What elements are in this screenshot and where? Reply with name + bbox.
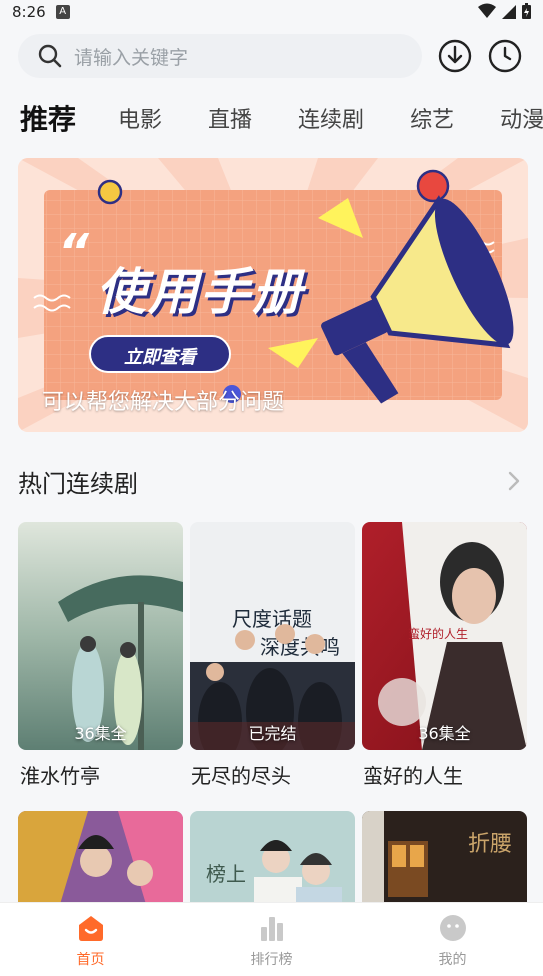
- episode-badge: 36集全: [418, 724, 471, 743]
- svg-text:榜上: 榜上: [206, 862, 246, 886]
- poster-image: 榜上: [190, 811, 355, 911]
- poster-image: 折腰: [362, 811, 527, 911]
- nav-profile-label: 我的: [438, 952, 467, 968]
- search-placeholder: 请输入关键字: [74, 46, 189, 69]
- svg-text:蛮好的人生: 蛮好的人生: [408, 626, 468, 641]
- drama-card[interactable]: 榜上: [190, 811, 355, 911]
- card-title[interactable]: 无尽的尽头: [191, 760, 291, 789]
- chart-icon: [260, 917, 283, 941]
- svg-text:折腰: 折腰: [468, 832, 512, 857]
- poster-image: [18, 522, 183, 750]
- history-icon[interactable]: [488, 39, 522, 73]
- tab-series[interactable]: 连续剧: [298, 102, 364, 134]
- top-bar: 请输入关键字: [18, 34, 525, 78]
- banner-headline: 使用手册: [96, 263, 304, 321]
- drama-card[interactable]: 36集全: [18, 522, 183, 750]
- episode-badge: 已完结: [248, 724, 297, 743]
- drama-card[interactable]: 折腰: [362, 811, 527, 911]
- home-icon: [78, 916, 103, 941]
- tab-live[interactable]: 直播: [208, 102, 252, 134]
- card-title[interactable]: 蛮好的人生: [363, 760, 463, 789]
- nav-home[interactable]: 首页: [0, 903, 181, 976]
- bottom-navigation: 首页 排行榜 我的: [0, 902, 543, 976]
- tab-anime[interactable]: 动漫: [500, 102, 543, 134]
- promo-banner[interactable]: “ 使用手册 立即查看 可以帮您解决大部分问题: [18, 158, 528, 432]
- svg-text:尺度话题: 尺度话题: [232, 607, 312, 631]
- signal-icon: [502, 5, 516, 19]
- wifi-icon: [478, 3, 496, 18]
- tab-variety[interactable]: 综艺: [410, 102, 454, 134]
- poster-image: 蛮好的人生: [362, 522, 527, 750]
- category-tabs: 推荐 电影 直播 连续剧 综艺 动漫: [20, 96, 543, 140]
- drama-card[interactable]: 尺度话题 深度共鸣 已完结: [190, 522, 355, 750]
- section-title: 热门连续剧: [18, 470, 138, 498]
- nav-ranking-label: 排行榜: [250, 952, 293, 968]
- drama-card[interactable]: [18, 811, 183, 911]
- nav-profile[interactable]: 我的: [362, 903, 543, 976]
- episode-badge: 36集全: [74, 724, 127, 743]
- search-icon: [38, 44, 62, 68]
- tab-movie[interactable]: 电影: [118, 102, 162, 134]
- nav-ranking[interactable]: 排行榜: [181, 903, 362, 976]
- nav-home-label: 首页: [76, 952, 105, 968]
- status-time: 8:26: [12, 3, 46, 21]
- tab-recommend[interactable]: 推荐: [20, 98, 76, 138]
- card-title[interactable]: 淮水竹亭: [20, 760, 100, 789]
- download-icon[interactable]: [438, 39, 472, 73]
- notification-icon: A: [55, 5, 70, 19]
- chevron-right-icon[interactable]: [507, 470, 521, 492]
- banner-view-button[interactable]: 立即查看: [90, 343, 230, 369]
- svg-text:深度共鸣: 深度共鸣: [260, 635, 340, 659]
- battery-icon: [522, 3, 531, 19]
- svg-text:“: “: [58, 224, 90, 280]
- profile-icon: [439, 915, 466, 941]
- banner-caption: 可以帮您解决大部分问题: [42, 390, 285, 415]
- search-input[interactable]: 请输入关键字: [18, 34, 422, 78]
- poster-image: [18, 811, 183, 911]
- drama-card[interactable]: 蛮好的人生 36集全: [362, 522, 527, 750]
- status-icons: [478, 3, 531, 19]
- status-bar: 8:26 A: [0, 0, 543, 24]
- poster-image: 尺度话题 深度共鸣: [190, 522, 355, 750]
